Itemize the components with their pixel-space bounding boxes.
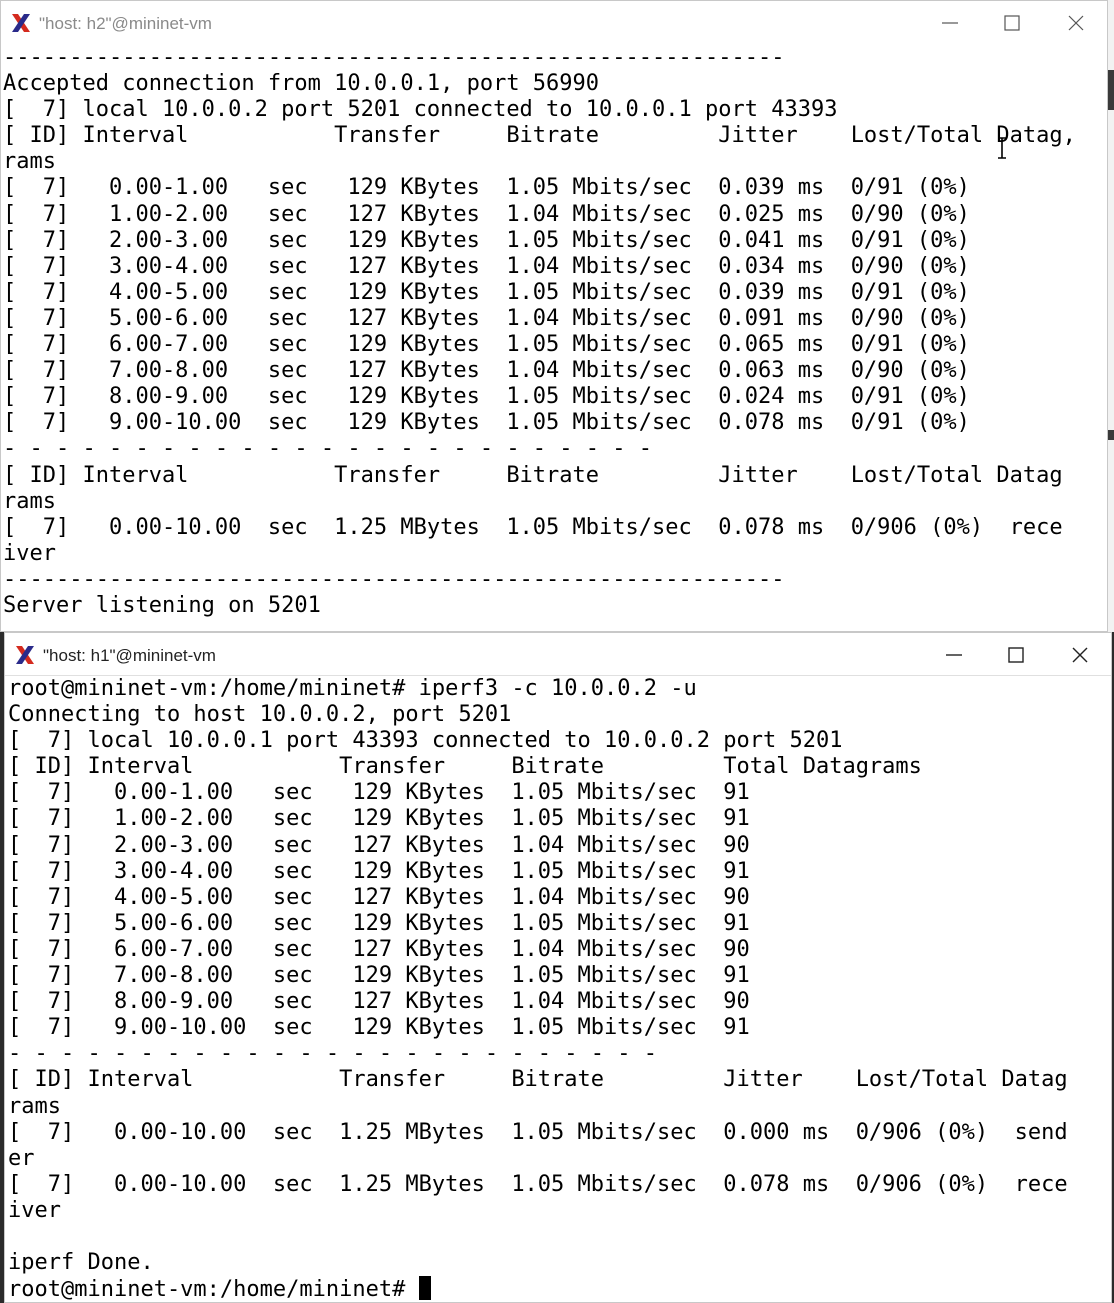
- terminal-line: Accepted connection from 10.0.0.1, port …: [3, 71, 600, 97]
- terminal-window-h2[interactable]: "host: h2"@mininet-vm ------------------…: [0, 0, 1108, 632]
- minimize-button[interactable]: [927, 9, 973, 37]
- terminal-output[interactable]: root@mininet-vm:/home/mininet# iperf3 -c…: [5, 676, 1111, 1302]
- terminal-line: [ 7] local 10.0.0.1 port 43393 connected…: [8, 728, 843, 754]
- terminal-line: [ 7] 9.00-10.00 sec 129 KBytes 1.05 Mbit…: [8, 1015, 750, 1041]
- terminal-line: - - - - - - - - - - - - - - - - - - - - …: [3, 436, 653, 462]
- terminal-line: [ 7] 9.00-10.00 sec 129 KBytes 1.05 Mbit…: [3, 410, 970, 436]
- terminal-line: iperf Done.: [8, 1250, 154, 1276]
- close-icon: [1068, 15, 1084, 31]
- terminal-line: [ 7] 0.00-1.00 sec 129 KBytes 1.05 Mbits…: [8, 780, 750, 806]
- terminal-line: [ 7] 7.00-8.00 sec 129 KBytes 1.05 Mbits…: [8, 963, 750, 989]
- terminal-line: [ ID] Interval Transfer Bitrate Total Da…: [8, 754, 922, 780]
- terminal-line: [ 7] 8.00-9.00 sec 129 KBytes 1.05 Mbits…: [3, 384, 970, 410]
- terminal-line: [ 7] 7.00-8.00 sec 127 KBytes 1.04 Mbits…: [3, 358, 970, 384]
- terminal-line: [ 7] 3.00-4.00 sec 127 KBytes 1.04 Mbits…: [3, 253, 970, 279]
- close-icon: [1072, 647, 1088, 663]
- xterm-x-icon: [12, 14, 30, 32]
- terminal-line: [ 7] 6.00-7.00 sec 129 KBytes 1.05 Mbits…: [3, 332, 970, 358]
- terminal-line: [ 7] 8.00-9.00 sec 127 KBytes 1.04 Mbits…: [8, 989, 750, 1015]
- minimize-button[interactable]: [931, 641, 977, 669]
- terminal-line: rams: [8, 1093, 61, 1119]
- minimize-icon: [946, 654, 962, 656]
- terminal-line: [ 7] 1.00-2.00 sec 127 KBytes 1.04 Mbits…: [3, 201, 970, 227]
- terminal-line: [ 7] 5.00-6.00 sec 129 KBytes 1.05 Mbits…: [8, 910, 750, 936]
- window-title: "host: h2"@mininet-vm: [39, 14, 212, 33]
- maximize-button[interactable]: [989, 9, 1035, 37]
- terminal-line: [ 7] 4.00-5.00 sec 127 KBytes 1.04 Mbits…: [8, 884, 750, 910]
- terminal-line: iver: [8, 1197, 61, 1223]
- title-bar[interactable]: "host: h2"@mininet-vm: [1, 1, 1107, 46]
- terminal-line: ----------------------------------------…: [3, 566, 785, 592]
- terminal-window-h1[interactable]: "host: h1"@mininet-vm root@mininet-vm:/h…: [4, 632, 1112, 1303]
- terminal-line: [ 7] 4.00-5.00 sec 129 KBytes 1.05 Mbits…: [3, 279, 970, 305]
- maximize-button[interactable]: [993, 641, 1039, 669]
- terminal-line: ----------------------------------------…: [3, 45, 785, 70]
- terminal-line: Server listening on 5201: [3, 592, 321, 618]
- window-title: "host: h1"@mininet-vm: [43, 646, 216, 665]
- maximize-icon: [1008, 647, 1024, 663]
- terminal-line: root@mininet-vm:/home/mininet# iperf3 -c…: [8, 676, 697, 701]
- terminal-line: [ 7] local 10.0.0.2 port 5201 connected …: [3, 97, 838, 123]
- terminal-line: iver: [3, 540, 56, 566]
- close-button[interactable]: [1053, 9, 1099, 37]
- terminal-output[interactable]: ----------------------------------------…: [1, 45, 1107, 631]
- terminal-line: [ ID] Interval Transfer Bitrate Jitter L…: [3, 462, 1063, 488]
- minimize-icon: [942, 22, 958, 24]
- terminal-line: - - - - - - - - - - - - - - - - - - - - …: [8, 1041, 658, 1067]
- xterm-x-icon: [16, 646, 34, 664]
- maximize-icon: [1004, 15, 1020, 31]
- terminal-line: rams: [3, 149, 56, 175]
- terminal-line: [ 7] 2.00-3.00 sec 127 KBytes 1.04 Mbits…: [8, 832, 750, 858]
- terminal-line: [ 7] 0.00-10.00 sec 1.25 MBytes 1.05 Mbi…: [8, 1171, 1068, 1197]
- terminal-line: [ 7] 0.00-10.00 sec 1.25 MBytes 1.05 Mbi…: [8, 1119, 1068, 1145]
- text-cursor-icon: [998, 137, 1006, 159]
- background-window-edge: [1108, 0, 1114, 632]
- terminal-line: er: [8, 1145, 35, 1171]
- terminal-line: [ ID] Interval Transfer Bitrate Jitter L…: [8, 1067, 1068, 1093]
- terminal-line: [ 7] 0.00-10.00 sec 1.25 MBytes 1.05 Mbi…: [3, 514, 1063, 540]
- terminal-line: [ 7] 3.00-4.00 sec 129 KBytes 1.05 Mbits…: [8, 858, 750, 884]
- terminal-line: [ 7] 2.00-3.00 sec 129 KBytes 1.05 Mbits…: [3, 227, 970, 253]
- terminal-line: rams: [3, 488, 56, 514]
- terminal-line: [ 7] 0.00-1.00 sec 129 KBytes 1.05 Mbits…: [3, 175, 970, 201]
- title-bar[interactable]: "host: h1"@mininet-vm: [5, 633, 1111, 676]
- terminal-cursor: [418, 1276, 431, 1301]
- terminal-line: [ 7] 1.00-2.00 sec 129 KBytes 1.05 Mbits…: [8, 806, 750, 832]
- terminal-line: [ ID] Interval Transfer Bitrate Jitter L…: [3, 123, 1076, 149]
- terminal-line: [ 7] 6.00-7.00 sec 127 KBytes 1.04 Mbits…: [8, 936, 750, 962]
- terminal-line: Connecting to host 10.0.0.2, port 5201: [8, 702, 512, 728]
- close-button[interactable]: [1057, 641, 1103, 669]
- terminal-line: [ 7] 5.00-6.00 sec 127 KBytes 1.04 Mbits…: [3, 305, 970, 331]
- terminal-line: root@mininet-vm:/home/mininet#: [8, 1276, 1111, 1302]
